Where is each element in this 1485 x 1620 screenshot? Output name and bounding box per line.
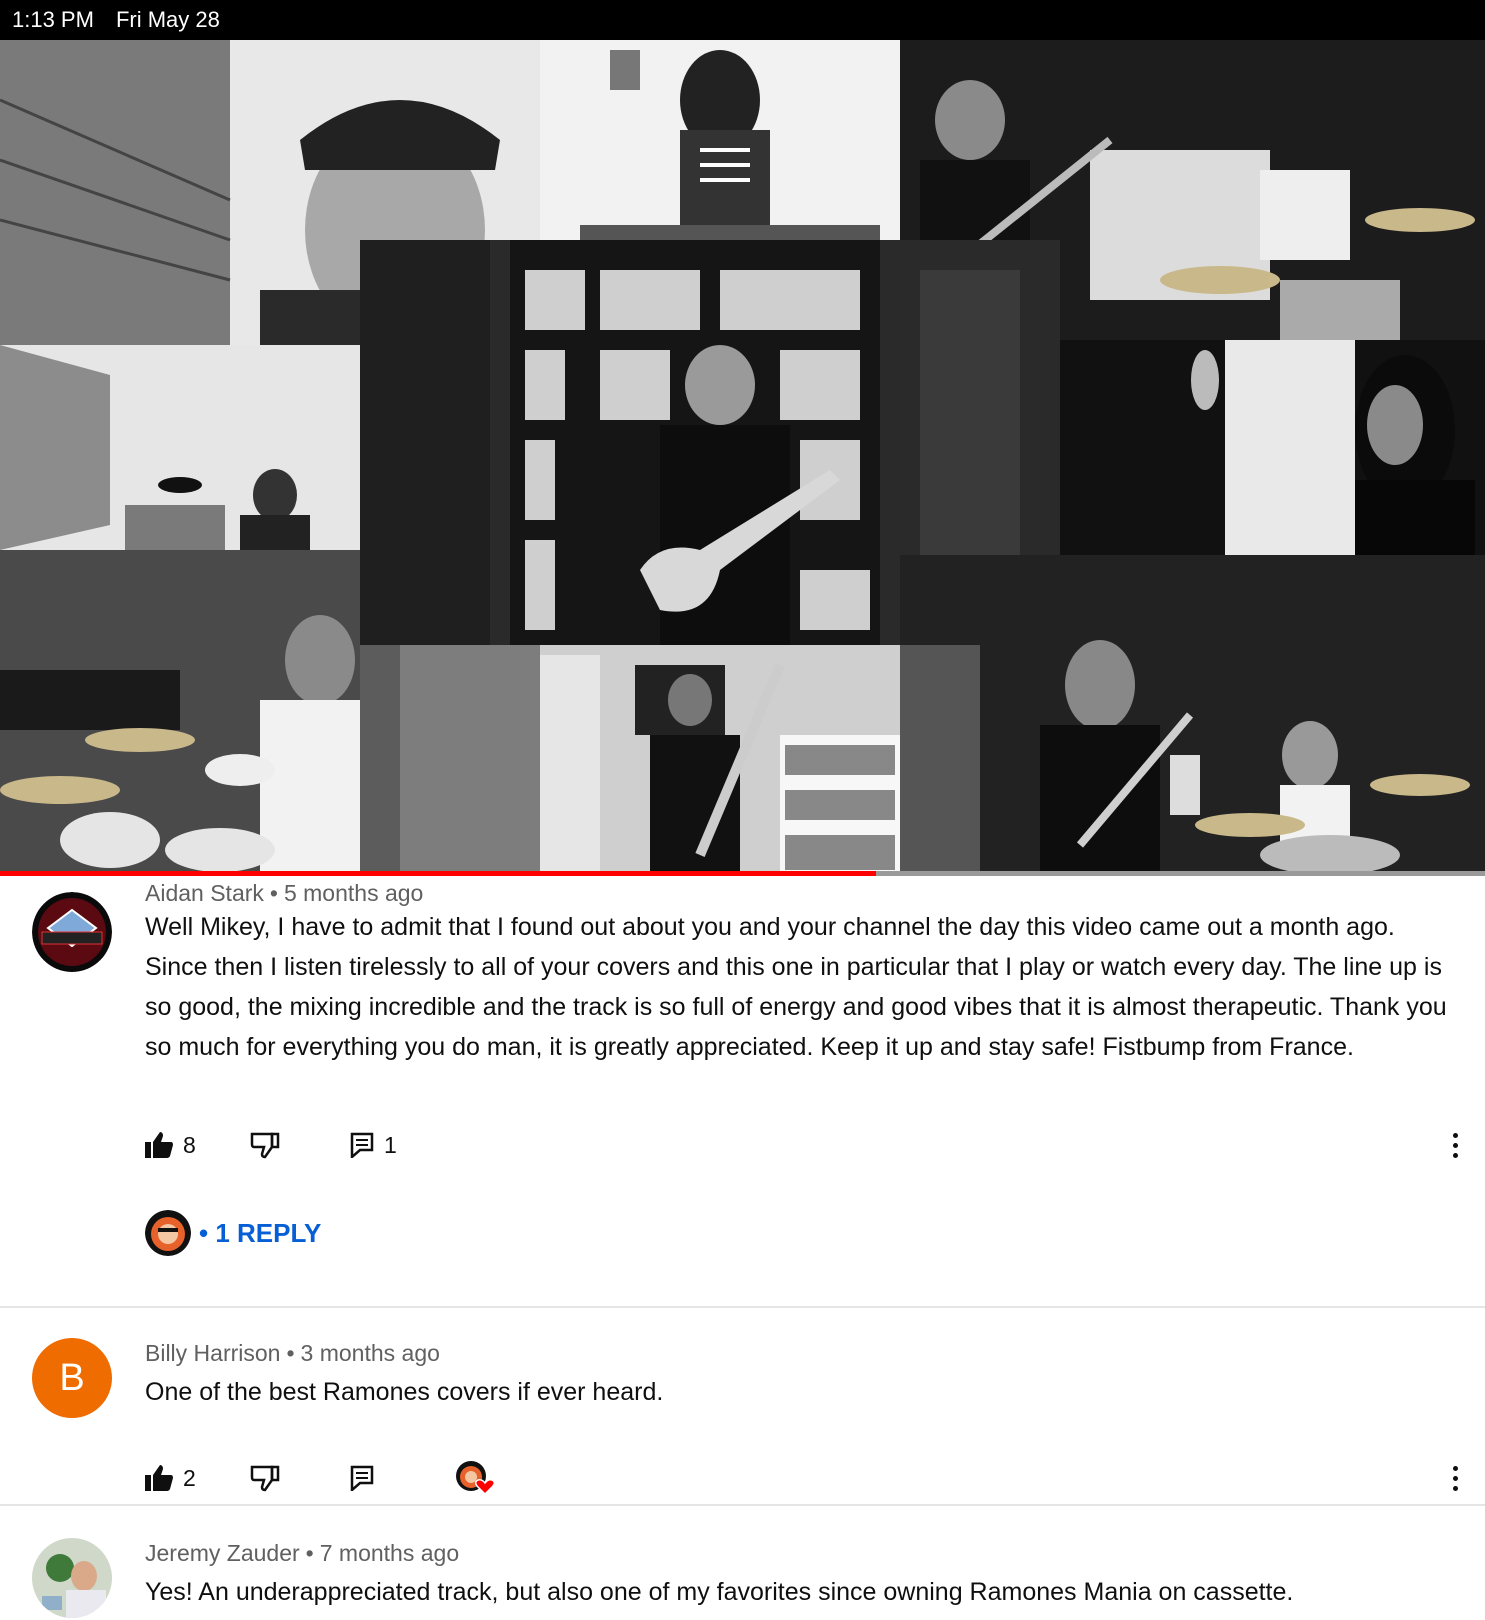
comment-text: One of the best Ramones covers if ever h… (145, 1378, 664, 1406)
video-tile-studio-band-2 (900, 555, 1485, 875)
like-icon (145, 1465, 173, 1491)
video-progress-fill (0, 871, 877, 876)
dislike-button[interactable] (250, 1458, 280, 1498)
video-tile-drummer (0, 550, 360, 875)
comment-author[interactable]: Aidan Stark (145, 880, 264, 906)
avatar[interactable] (32, 892, 112, 972)
comment-aidan-stark: Aidan Stark • 5 months ago Well Mikey, I h… (0, 880, 1485, 1260)
more-icon[interactable] (1445, 1125, 1465, 1165)
reply-count: 1 (384, 1131, 397, 1158)
reply-icon (350, 1465, 374, 1491)
comment-author[interactable]: Billy Harrison (145, 1340, 280, 1366)
reply-icon (350, 1132, 374, 1158)
comment-meta: Aidan Stark • 5 months ago (145, 880, 424, 906)
video-tile-room-singer (0, 345, 360, 550)
comment-age: 3 months ago (300, 1340, 440, 1366)
comment-author[interactable]: Jeremy Zauder (145, 1540, 300, 1566)
video-player[interactable] (0, 40, 1485, 875)
dislike-icon (250, 1132, 280, 1159)
view-replies-button[interactable]: • 1 REPLY (145, 1210, 321, 1256)
creator-avatar (145, 1210, 191, 1256)
comment-age: 7 months ago (319, 1540, 460, 1566)
dislike-button[interactable] (250, 1125, 280, 1165)
comment-jeremy-zauder: Jeremy Zauder • 7 months ago Yes! An under… (0, 1520, 1485, 1620)
comment-age: 5 months ago (283, 880, 424, 906)
comment-text: Well Mikey, I have to admit that I found… (145, 913, 1447, 1061)
status-bar: 1:13 PM Fri May 28 (0, 0, 1485, 40)
comment-actions: 8 1 (145, 1125, 1465, 1165)
replies-label: • 1 REPLY (199, 1217, 322, 1248)
comment-meta: Jeremy Zauder • 7 months ago (145, 1540, 460, 1566)
avatar[interactable] (32, 1538, 112, 1618)
comment-actions: 2 (145, 1458, 1465, 1498)
comment-divider (0, 1306, 1485, 1308)
comment-text: Yes! An underappreciated track, but also… (145, 1578, 1294, 1606)
creator-heart (455, 1458, 495, 1498)
comment-billy-harrison: B Billy Harrison • 3 months ago One of the… (0, 1320, 1485, 1496)
creator-heart-icon (456, 1461, 495, 1496)
like-button[interactable]: 8 (145, 1125, 196, 1165)
video-tile-guitarist-records (540, 645, 900, 875)
reply-button[interactable]: 1 (350, 1125, 397, 1165)
comment-divider (0, 1504, 1485, 1506)
video-progress-bar[interactable] (0, 871, 1485, 876)
video-tile-wall (360, 645, 540, 875)
reply-button[interactable] (350, 1458, 374, 1498)
video-tile-keyboardist (540, 40, 900, 240)
status-date: Fri May 28 (115, 7, 220, 32)
dislike-icon (250, 1465, 280, 1492)
comment-meta: Billy Harrison • 3 months ago (145, 1340, 440, 1366)
video-tile-woman-singer (1075, 340, 1485, 555)
avatar[interactable]: B (32, 1338, 112, 1418)
like-count: 8 (183, 1131, 196, 1158)
more-icon[interactable] (1445, 1458, 1465, 1498)
status-time: 1:13 PM (12, 7, 94, 32)
like-icon (145, 1132, 173, 1158)
like-count: 2 (183, 1464, 196, 1491)
like-button[interactable]: 2 (145, 1458, 196, 1498)
